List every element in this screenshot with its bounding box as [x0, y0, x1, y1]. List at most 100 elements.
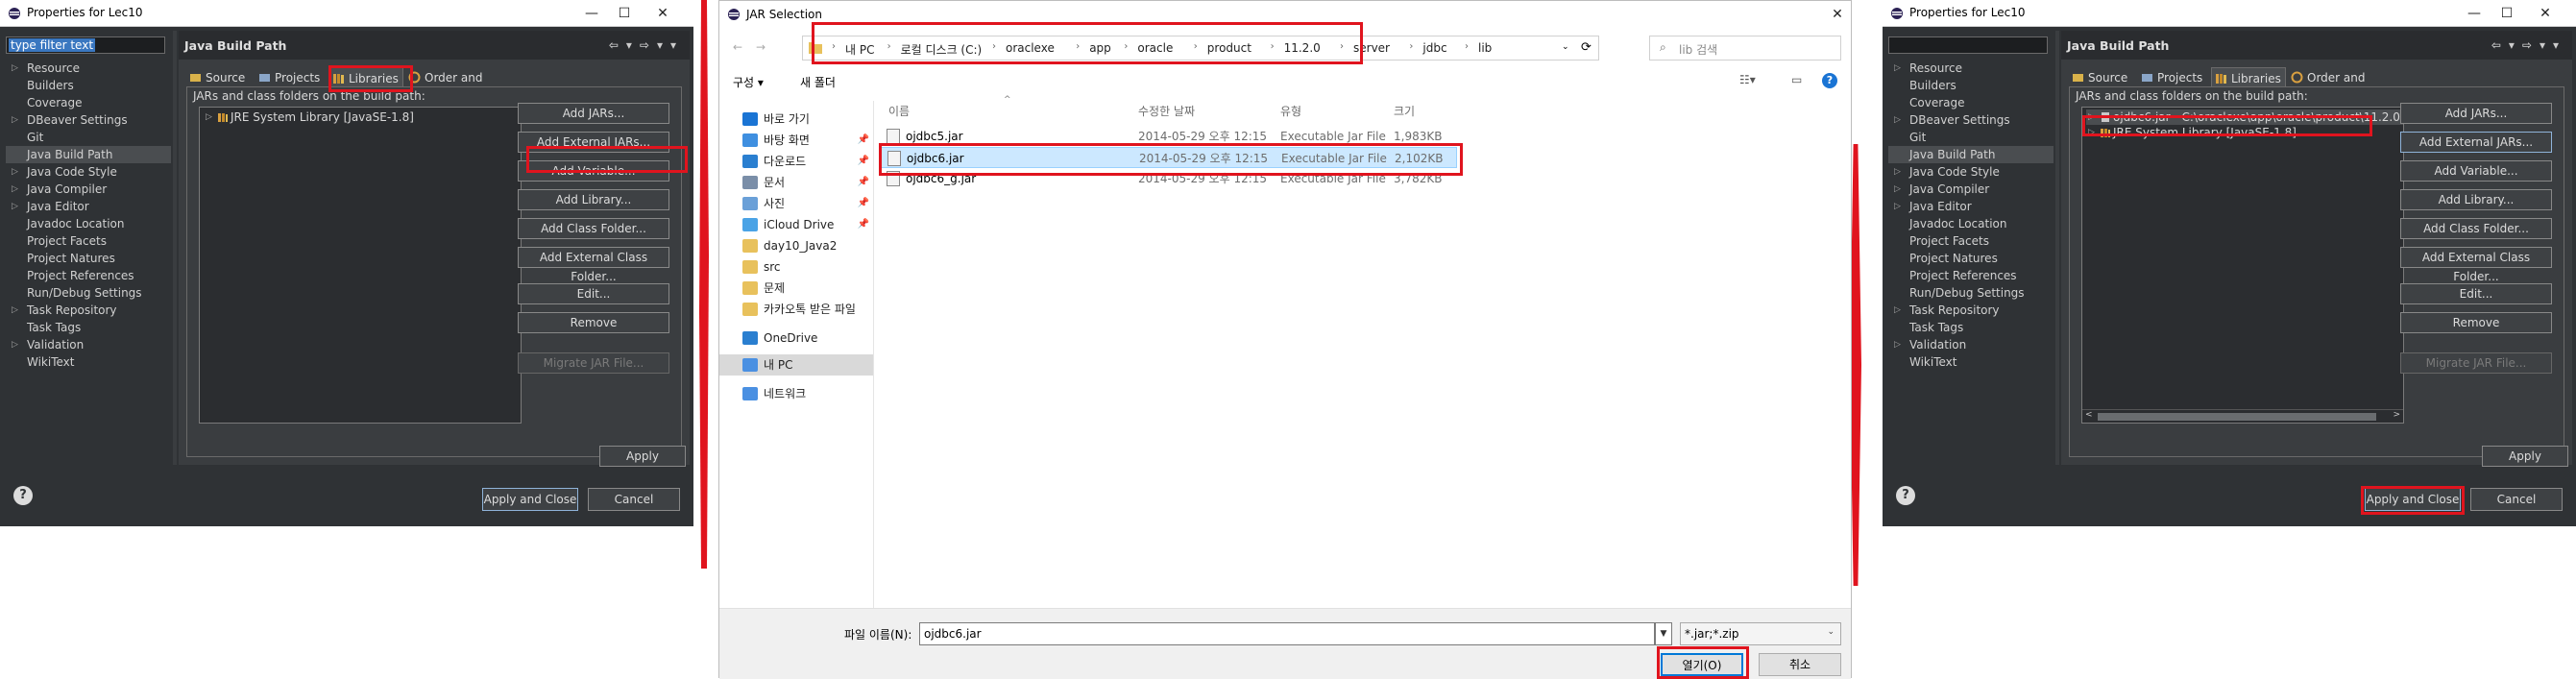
- filename-input[interactable]: ojdbc6.jar: [919, 622, 1655, 645]
- nav-item[interactable]: 바탕 화면 📌: [719, 130, 873, 151]
- open-button[interactable]: 열기(O): [1661, 653, 1743, 676]
- expand-arrow-icon[interactable]: ▷: [12, 336, 18, 353]
- jar-entry[interactable]: ▷ ojdbc6.jar - C:\oraclexe\app\oracle\pro…: [2086, 109, 2403, 125]
- tree-item[interactable]: Task Tags: [6, 319, 171, 336]
- nav-item[interactable]: 문제: [719, 278, 873, 299]
- nav-item[interactable]: OneDrive: [719, 327, 873, 349]
- expand-arrow-icon[interactable]: ▷: [1894, 336, 1901, 353]
- column-date[interactable]: 수정한 날짜: [1138, 103, 1195, 119]
- tree-item[interactable]: Git: [6, 129, 171, 146]
- forward-icon[interactable]: →: [756, 40, 766, 54]
- breadcrumb-separator-icon[interactable]: ›: [1194, 41, 1198, 52]
- add-external-class-folder-button[interactable]: Add External Class Folder...: [518, 247, 669, 283]
- tree-item[interactable]: ▷ Java Code Style: [1888, 163, 2054, 181]
- add-class-folder-button[interactable]: Add Class Folder...: [518, 218, 669, 239]
- filename-dropdown-icon[interactable]: ▼: [1655, 622, 1672, 645]
- nav-item[interactable]: 내 PC: [719, 354, 873, 376]
- view-icon[interactable]: ☷▾: [1739, 73, 1756, 86]
- nav-item[interactable]: day10_Java2: [719, 235, 873, 256]
- tree-item[interactable]: ▷ Resource: [1888, 60, 2054, 77]
- expand-arrow-icon[interactable]: ▷: [12, 111, 18, 129]
- tree-item[interactable]: Javadoc Location: [1888, 215, 2054, 232]
- preview-pane-icon[interactable]: ▭: [1791, 73, 1802, 86]
- close-button[interactable]: ✕: [649, 4, 676, 23]
- maximize-button[interactable]: ☐: [611, 4, 638, 23]
- tree-item[interactable]: ▷ Resource: [6, 60, 171, 77]
- migrate-jar-file-button[interactable]: Migrate JAR File...: [2400, 352, 2552, 374]
- back-icon[interactable]: ←: [733, 40, 742, 54]
- add-library-button[interactable]: Add Library...: [518, 189, 669, 210]
- breadcrumb-item[interactable]: app: [1089, 41, 1111, 55]
- expand-arrow-icon[interactable]: ▷: [12, 181, 18, 198]
- scroll-right-icon[interactable]: >: [2393, 410, 2400, 420]
- tree-item[interactable]: ▷ DBeaver Settings: [1888, 111, 2054, 129]
- breadcrumb-separator-icon[interactable]: ›: [1124, 41, 1128, 52]
- add-variable-button[interactable]: Add Variable...: [2400, 160, 2552, 182]
- tree-item[interactable]: WikiText: [6, 353, 171, 371]
- breadcrumb-item[interactable]: 11.2.0: [1284, 41, 1321, 55]
- tree-item[interactable]: Project Facets: [6, 232, 171, 250]
- tree-item[interactable]: Coverage: [1888, 94, 2054, 111]
- minimize-button[interactable]: —: [2461, 4, 2488, 23]
- tree-item[interactable]: Javadoc Location: [6, 215, 171, 232]
- edit-button[interactable]: Edit...: [518, 283, 669, 304]
- expand-arrow-icon[interactable]: ▷: [12, 163, 18, 181]
- tab-order-export[interactable]: Order and Export: [2288, 67, 2403, 106]
- tree-item[interactable]: Project References: [6, 267, 171, 284]
- close-button[interactable]: ✕: [1824, 5, 1851, 24]
- filter-input[interactable]: [1888, 36, 2048, 54]
- jar-entry[interactable]: ▷ JRE System Library [JavaSE-1.8]: [204, 109, 414, 125]
- tree-item[interactable]: ▷ Task Repository: [6, 302, 171, 319]
- tree-item[interactable]: ▷ Task Repository: [1888, 302, 2054, 319]
- add-variable-button[interactable]: Add Variable...: [518, 160, 669, 182]
- breadcrumb-separator-icon[interactable]: ›: [832, 41, 836, 52]
- search-input[interactable]: ⌕ lib 검색: [1649, 36, 1841, 61]
- organize-button[interactable]: 구성 ▾: [733, 74, 764, 90]
- remove-button[interactable]: Remove: [518, 312, 669, 333]
- expand-arrow-icon[interactable]: ▷: [2088, 125, 2095, 140]
- tree-item[interactable]: ▷ Java Compiler: [1888, 181, 2054, 198]
- tree-item[interactable]: ▷ Validation: [6, 336, 171, 353]
- minimize-button[interactable]: —: [578, 4, 605, 23]
- edit-button[interactable]: Edit...: [2400, 283, 2552, 304]
- tab-libraries[interactable]: Libraries: [328, 67, 403, 88]
- expand-arrow-icon[interactable]: ▷: [1894, 60, 1901, 77]
- remove-button[interactable]: Remove: [2400, 312, 2552, 333]
- filetype-select[interactable]: *.jar;*.zip ⌄: [1680, 622, 1841, 645]
- tree-item[interactable]: ▷ Java Editor: [1888, 198, 2054, 215]
- tree-item[interactable]: Builders: [1888, 77, 2054, 94]
- breadcrumb-separator-icon[interactable]: ›: [1271, 41, 1275, 52]
- column-name[interactable]: 이름: [888, 103, 910, 119]
- breadcrumb-separator-icon[interactable]: ›: [1409, 41, 1413, 52]
- tree-item[interactable]: ▷ Java Compiler: [6, 181, 171, 198]
- tree-item[interactable]: ▷ Java Code Style: [6, 163, 171, 181]
- cancel-button[interactable]: Cancel: [2470, 488, 2563, 511]
- file-row[interactable]: ojdbc6.jar 2014-05-29 오후 12:15 Executable …: [881, 147, 1457, 168]
- column-type[interactable]: 유형: [1280, 103, 1301, 119]
- horizontal-scrollbar[interactable]: < >: [2082, 409, 2403, 423]
- address-bar[interactable]: ⌄ ⟳ › 내 PC › 로컬 디스크 (C:) › oraclexe › app › oracl…: [802, 36, 1599, 61]
- tree-item[interactable]: ▷ Validation: [1888, 336, 2054, 353]
- add-jars-button[interactable]: Add JARs...: [2400, 103, 2552, 124]
- breadcrumb-item[interactable]: 로컬 디스크 (C:): [901, 41, 983, 58]
- tree-item[interactable]: Git: [1888, 129, 2054, 146]
- expand-arrow-icon[interactable]: ▷: [1894, 163, 1901, 181]
- refresh-icon[interactable]: ⟳: [1581, 40, 1592, 55]
- tree-item[interactable]: Run/Debug Settings: [6, 284, 171, 302]
- help-icon[interactable]: ?: [1822, 73, 1837, 88]
- nav-arrows[interactable]: ⇦▾⇨▾▾: [2491, 38, 2566, 52]
- breadcrumb-item[interactable]: oracle: [1137, 41, 1173, 55]
- tree-item[interactable]: Project Natures: [1888, 250, 2054, 267]
- tree-item[interactable]: Coverage: [6, 94, 171, 111]
- apply-button[interactable]: Apply: [2482, 446, 2568, 467]
- expand-arrow-icon[interactable]: ▷: [1894, 302, 1901, 319]
- dropdown-icon[interactable]: ⌄: [1562, 42, 1569, 52]
- filter-input[interactable]: type filter text: [6, 36, 165, 54]
- tree-item[interactable]: Task Tags: [1888, 319, 2054, 336]
- sash[interactable]: [173, 31, 177, 465]
- column-size[interactable]: 크기: [1394, 103, 1415, 119]
- expand-arrow-icon[interactable]: ▷: [1894, 181, 1901, 198]
- tree-item[interactable]: Project Facets: [1888, 232, 2054, 250]
- breadcrumb-item[interactable]: lib: [1478, 41, 1492, 55]
- breadcrumb-separator-icon[interactable]: ›: [1465, 41, 1469, 52]
